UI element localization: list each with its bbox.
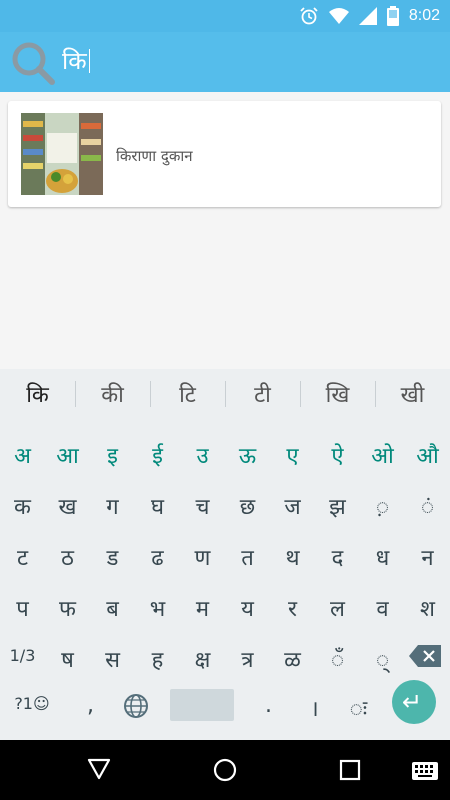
search-query-text: कि	[62, 47, 87, 75]
search-bar: कि	[0, 32, 450, 92]
key[interactable]: ऐ	[315, 440, 360, 470]
globe-icon[interactable]	[123, 693, 149, 719]
symbols-key[interactable]: ?1☺	[2, 694, 62, 713]
key[interactable]: त्र	[225, 644, 270, 674]
enter-key[interactable]: ↵	[392, 680, 436, 724]
signal-icon	[358, 7, 377, 25]
key[interactable]: ज	[270, 491, 315, 521]
suggestion-item[interactable]: टी	[225, 379, 300, 409]
suggestion-item[interactable]: खी	[375, 379, 450, 409]
wifi-icon	[328, 8, 349, 24]
key[interactable]: झ	[315, 491, 360, 521]
key[interactable]: ढ	[135, 542, 180, 572]
suggestion-item[interactable]: की	[75, 379, 150, 409]
visarga-key[interactable]: ः	[336, 693, 381, 723]
key[interactable]: र	[270, 593, 315, 623]
key[interactable]: छ	[225, 491, 270, 521]
space-key[interactable]	[170, 689, 234, 721]
key[interactable]: अ	[0, 440, 45, 470]
recents-icon[interactable]	[339, 759, 361, 781]
key[interactable]: ण	[180, 542, 225, 572]
enter-icon: ↵	[402, 688, 423, 716]
key[interactable]: थ	[270, 542, 315, 572]
key[interactable]: आ	[45, 440, 90, 470]
result-title: किराणा दुकान	[116, 147, 193, 165]
key[interactable]: श	[405, 593, 450, 623]
key[interactable]: ठ	[45, 542, 90, 572]
key[interactable]: य	[225, 593, 270, 623]
key[interactable]: स	[90, 644, 135, 674]
key[interactable]: प	[0, 593, 45, 623]
battery-icon	[386, 6, 399, 26]
key[interactable]: ल	[315, 593, 360, 623]
navigation-bar	[0, 740, 450, 800]
key[interactable]: त	[225, 542, 270, 572]
key[interactable]: न	[405, 542, 450, 572]
home-icon[interactable]	[213, 758, 237, 782]
key[interactable]: ई	[135, 440, 180, 470]
key[interactable]: ट	[0, 542, 45, 572]
key[interactable]: ओ	[360, 440, 405, 470]
key[interactable]: ँ	[315, 644, 360, 674]
search-input[interactable]: कि	[62, 44, 90, 77]
status-bar: 8:02	[0, 0, 450, 32]
key[interactable]: ख	[45, 491, 90, 521]
text-caret	[88, 49, 90, 73]
period-key[interactable]: .	[246, 693, 291, 718]
status-time: 8:02	[408, 7, 440, 24]
key[interactable]: ष	[45, 644, 90, 674]
key[interactable]: ़	[360, 491, 405, 521]
backspace-icon[interactable]	[409, 645, 441, 667]
keyboard: कि की टि टी खि खी अ आ इ ई उ ऊ ए ऐ ओ औ क …	[0, 369, 450, 740]
comma-key[interactable]: ,	[68, 693, 113, 718]
key[interactable]: घ	[135, 491, 180, 521]
alarm-icon	[300, 7, 318, 25]
key[interactable]: इ	[90, 440, 135, 470]
key[interactable]: ्	[360, 644, 405, 674]
key[interactable]: ए	[270, 440, 315, 470]
key[interactable]: ऊ	[225, 440, 270, 470]
danda-key[interactable]: ।	[292, 693, 337, 723]
result-card[interactable]: किराणा दुकान	[8, 101, 441, 207]
key[interactable]: क	[0, 491, 45, 521]
search-icon[interactable]	[10, 40, 56, 86]
result-thumbnail	[21, 113, 103, 195]
suggestion-strip: कि की टि टी खि खी	[0, 369, 450, 419]
key[interactable]: ब	[90, 593, 135, 623]
suggestion-item[interactable]: कि	[0, 379, 75, 409]
suggestion-item[interactable]: खि	[300, 379, 375, 409]
key[interactable]: च	[180, 491, 225, 521]
page-toggle-key[interactable]: 1/3	[0, 646, 45, 665]
key[interactable]: क्ष	[180, 644, 225, 674]
key[interactable]: औ	[405, 440, 450, 470]
key[interactable]: म	[180, 593, 225, 623]
key[interactable]: ध	[360, 542, 405, 572]
key[interactable]: ं	[405, 491, 450, 521]
key[interactable]: ळ	[270, 644, 315, 674]
key[interactable]: व	[360, 593, 405, 623]
back-icon[interactable]	[87, 758, 111, 780]
key[interactable]: ड	[90, 542, 135, 572]
key[interactable]: फ	[45, 593, 90, 623]
suggestion-item[interactable]: टि	[150, 379, 225, 409]
key[interactable]: ह	[135, 644, 180, 674]
key[interactable]: भ	[135, 593, 180, 623]
key[interactable]: उ	[180, 440, 225, 470]
keyboard-switch-icon[interactable]	[412, 762, 438, 780]
key[interactable]: द	[315, 542, 360, 572]
key[interactable]: ग	[90, 491, 135, 521]
results-area: किराणा दुकान	[0, 92, 450, 368]
